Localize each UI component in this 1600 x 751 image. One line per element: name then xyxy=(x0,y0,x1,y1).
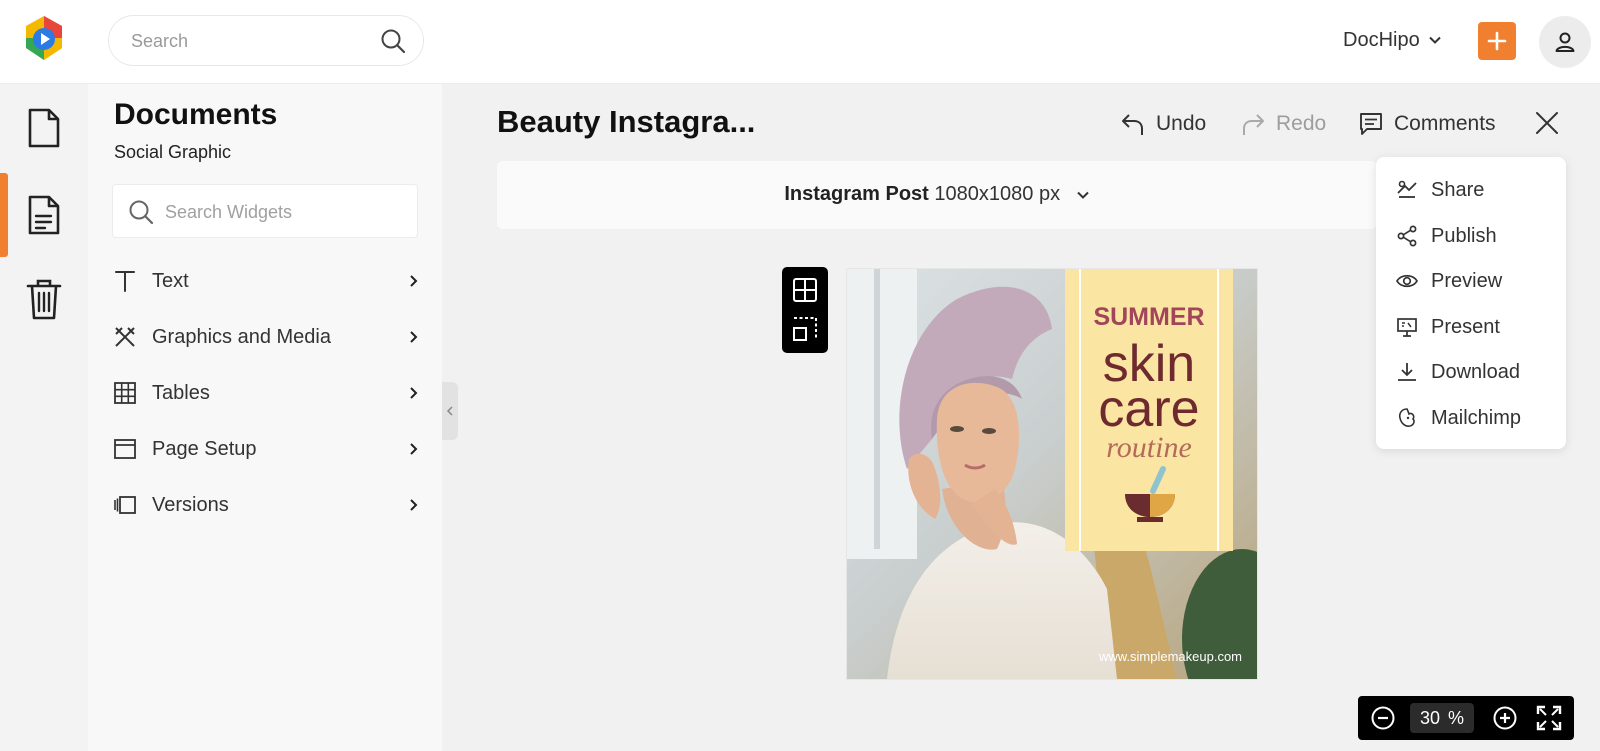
mailchimp-icon xyxy=(1396,407,1418,429)
actions-dropdown: Share Publish Preview Present Download M… xyxy=(1376,157,1566,449)
chevron-right-icon xyxy=(410,443,418,455)
menu-item-text[interactable]: Text xyxy=(112,259,422,303)
text-icon xyxy=(112,268,138,294)
table-icon xyxy=(112,380,138,406)
search-icon xyxy=(129,200,154,225)
undo-button[interactable]: Undo xyxy=(1120,108,1206,140)
graphics-icon xyxy=(112,324,138,350)
widget-search-input[interactable] xyxy=(165,199,405,225)
download-icon xyxy=(1396,361,1418,383)
top-bar: DocHipo xyxy=(0,0,1600,84)
page-setup-icon xyxy=(112,436,138,462)
panel-title: Documents xyxy=(114,98,278,131)
account-dropdown[interactable]: DocHipo xyxy=(1343,26,1442,54)
redo-button[interactable]: Redo xyxy=(1240,108,1326,140)
documents-icon xyxy=(28,108,60,148)
headline-routine: routine xyxy=(1106,431,1192,464)
document-title[interactable]: Beauty Instagra... xyxy=(497,104,755,140)
zoom-value: 30 xyxy=(1419,707,1440,728)
page-size-selector[interactable]: Instagram Post 1080x1080 px xyxy=(497,161,1377,229)
rail-document-list[interactable] xyxy=(0,173,88,257)
chevron-right-icon xyxy=(410,499,418,511)
plus-icon xyxy=(1487,31,1507,51)
design-canvas[interactable]: SUMMER skin care routine www.simplemakeu… xyxy=(847,269,1257,679)
rail-trash[interactable] xyxy=(0,257,88,341)
chevron-down-icon xyxy=(1428,36,1441,44)
trash-icon xyxy=(26,279,62,320)
fullscreen-icon[interactable] xyxy=(1536,705,1562,731)
chevron-down-icon xyxy=(1076,191,1089,199)
headline-care: care xyxy=(1098,380,1199,438)
create-new-button[interactable] xyxy=(1478,22,1516,60)
menu-item-versions[interactable]: Versions xyxy=(112,483,422,527)
chevron-right-icon xyxy=(410,387,418,399)
menu-item-page-setup[interactable]: Page Setup xyxy=(112,427,422,471)
size-dimensions: 1080x1080 px xyxy=(934,183,1061,205)
present-icon xyxy=(1396,316,1418,338)
canvas-floating-toolbar xyxy=(782,267,828,353)
size-name: Instagram Post xyxy=(784,183,929,205)
design-url: www.simplemakeup.com xyxy=(1098,649,1242,664)
user-icon xyxy=(1555,32,1575,52)
share-icon xyxy=(1396,179,1418,201)
widgets-panel: Documents Social Graphic Text Graphics a… xyxy=(88,84,442,751)
chevron-right-icon xyxy=(410,275,418,287)
comment-icon xyxy=(1360,113,1382,135)
chevron-right-icon xyxy=(410,331,418,343)
undo-label: Undo xyxy=(1156,112,1207,135)
menu-item-label: Page Setup xyxy=(152,437,257,460)
grid-icon[interactable] xyxy=(792,277,818,303)
undo-icon xyxy=(1122,114,1143,135)
panel-subtitle: Social Graphic xyxy=(114,142,232,162)
dochipo-logo[interactable] xyxy=(21,14,67,62)
global-search[interactable] xyxy=(108,15,424,66)
dropdown-present[interactable]: Present xyxy=(1396,310,1500,344)
dropdown-label: Present xyxy=(1431,315,1500,338)
preview-eye-icon xyxy=(1396,270,1418,292)
dropdown-publish[interactable]: Publish xyxy=(1396,219,1497,253)
menu-item-label: Tables xyxy=(152,381,210,404)
rail-documents[interactable] xyxy=(0,86,88,170)
widget-search[interactable] xyxy=(112,184,418,238)
select-area-icon[interactable] xyxy=(792,316,818,342)
panel-collapse-handle[interactable] xyxy=(442,382,458,440)
redo-icon xyxy=(1243,114,1264,135)
comments-button[interactable]: Comments xyxy=(1358,108,1496,140)
user-avatar-button[interactable] xyxy=(1539,16,1591,68)
redo-label: Redo xyxy=(1276,112,1327,135)
publish-icon xyxy=(1396,225,1418,247)
dropdown-preview[interactable]: Preview xyxy=(1396,264,1502,298)
close-icon[interactable] xyxy=(1534,110,1560,136)
dropdown-label: Download xyxy=(1431,360,1520,383)
dropdown-label: Share xyxy=(1431,178,1485,201)
zoom-in-icon[interactable] xyxy=(1492,705,1518,731)
dropdown-mailchimp[interactable]: Mailchimp xyxy=(1396,401,1521,435)
dropdown-download[interactable]: Download xyxy=(1396,355,1520,389)
dropdown-label: Preview xyxy=(1431,269,1503,292)
left-rail xyxy=(0,84,88,751)
dropdown-share[interactable]: Share xyxy=(1396,173,1484,207)
comments-label: Comments xyxy=(1394,112,1496,135)
versions-icon xyxy=(112,492,138,518)
dropdown-label: Publish xyxy=(1431,224,1497,247)
document-list-icon xyxy=(28,195,60,235)
zoom-out-icon[interactable] xyxy=(1370,705,1396,731)
headline-summer: SUMMER xyxy=(1093,303,1204,331)
design-artwork: SUMMER skin care routine www.simplemakeu… xyxy=(847,269,1257,679)
menu-item-label: Text xyxy=(152,269,189,292)
zoom-level[interactable]: 30 % xyxy=(1410,703,1474,733)
menu-item-label: Graphics and Media xyxy=(152,325,331,348)
menu-item-label: Versions xyxy=(152,493,229,516)
zoom-controls: 30 % xyxy=(1358,696,1574,740)
chevron-left-icon xyxy=(446,406,453,416)
menu-item-tables[interactable]: Tables xyxy=(112,371,422,415)
dropdown-label: Mailchimp xyxy=(1431,406,1522,429)
account-label: DocHipo xyxy=(1343,28,1420,51)
menu-item-graphics[interactable]: Graphics and Media xyxy=(112,315,422,359)
search-icon[interactable] xyxy=(379,27,407,55)
zoom-unit: % xyxy=(1448,707,1465,728)
search-input[interactable] xyxy=(131,28,371,54)
